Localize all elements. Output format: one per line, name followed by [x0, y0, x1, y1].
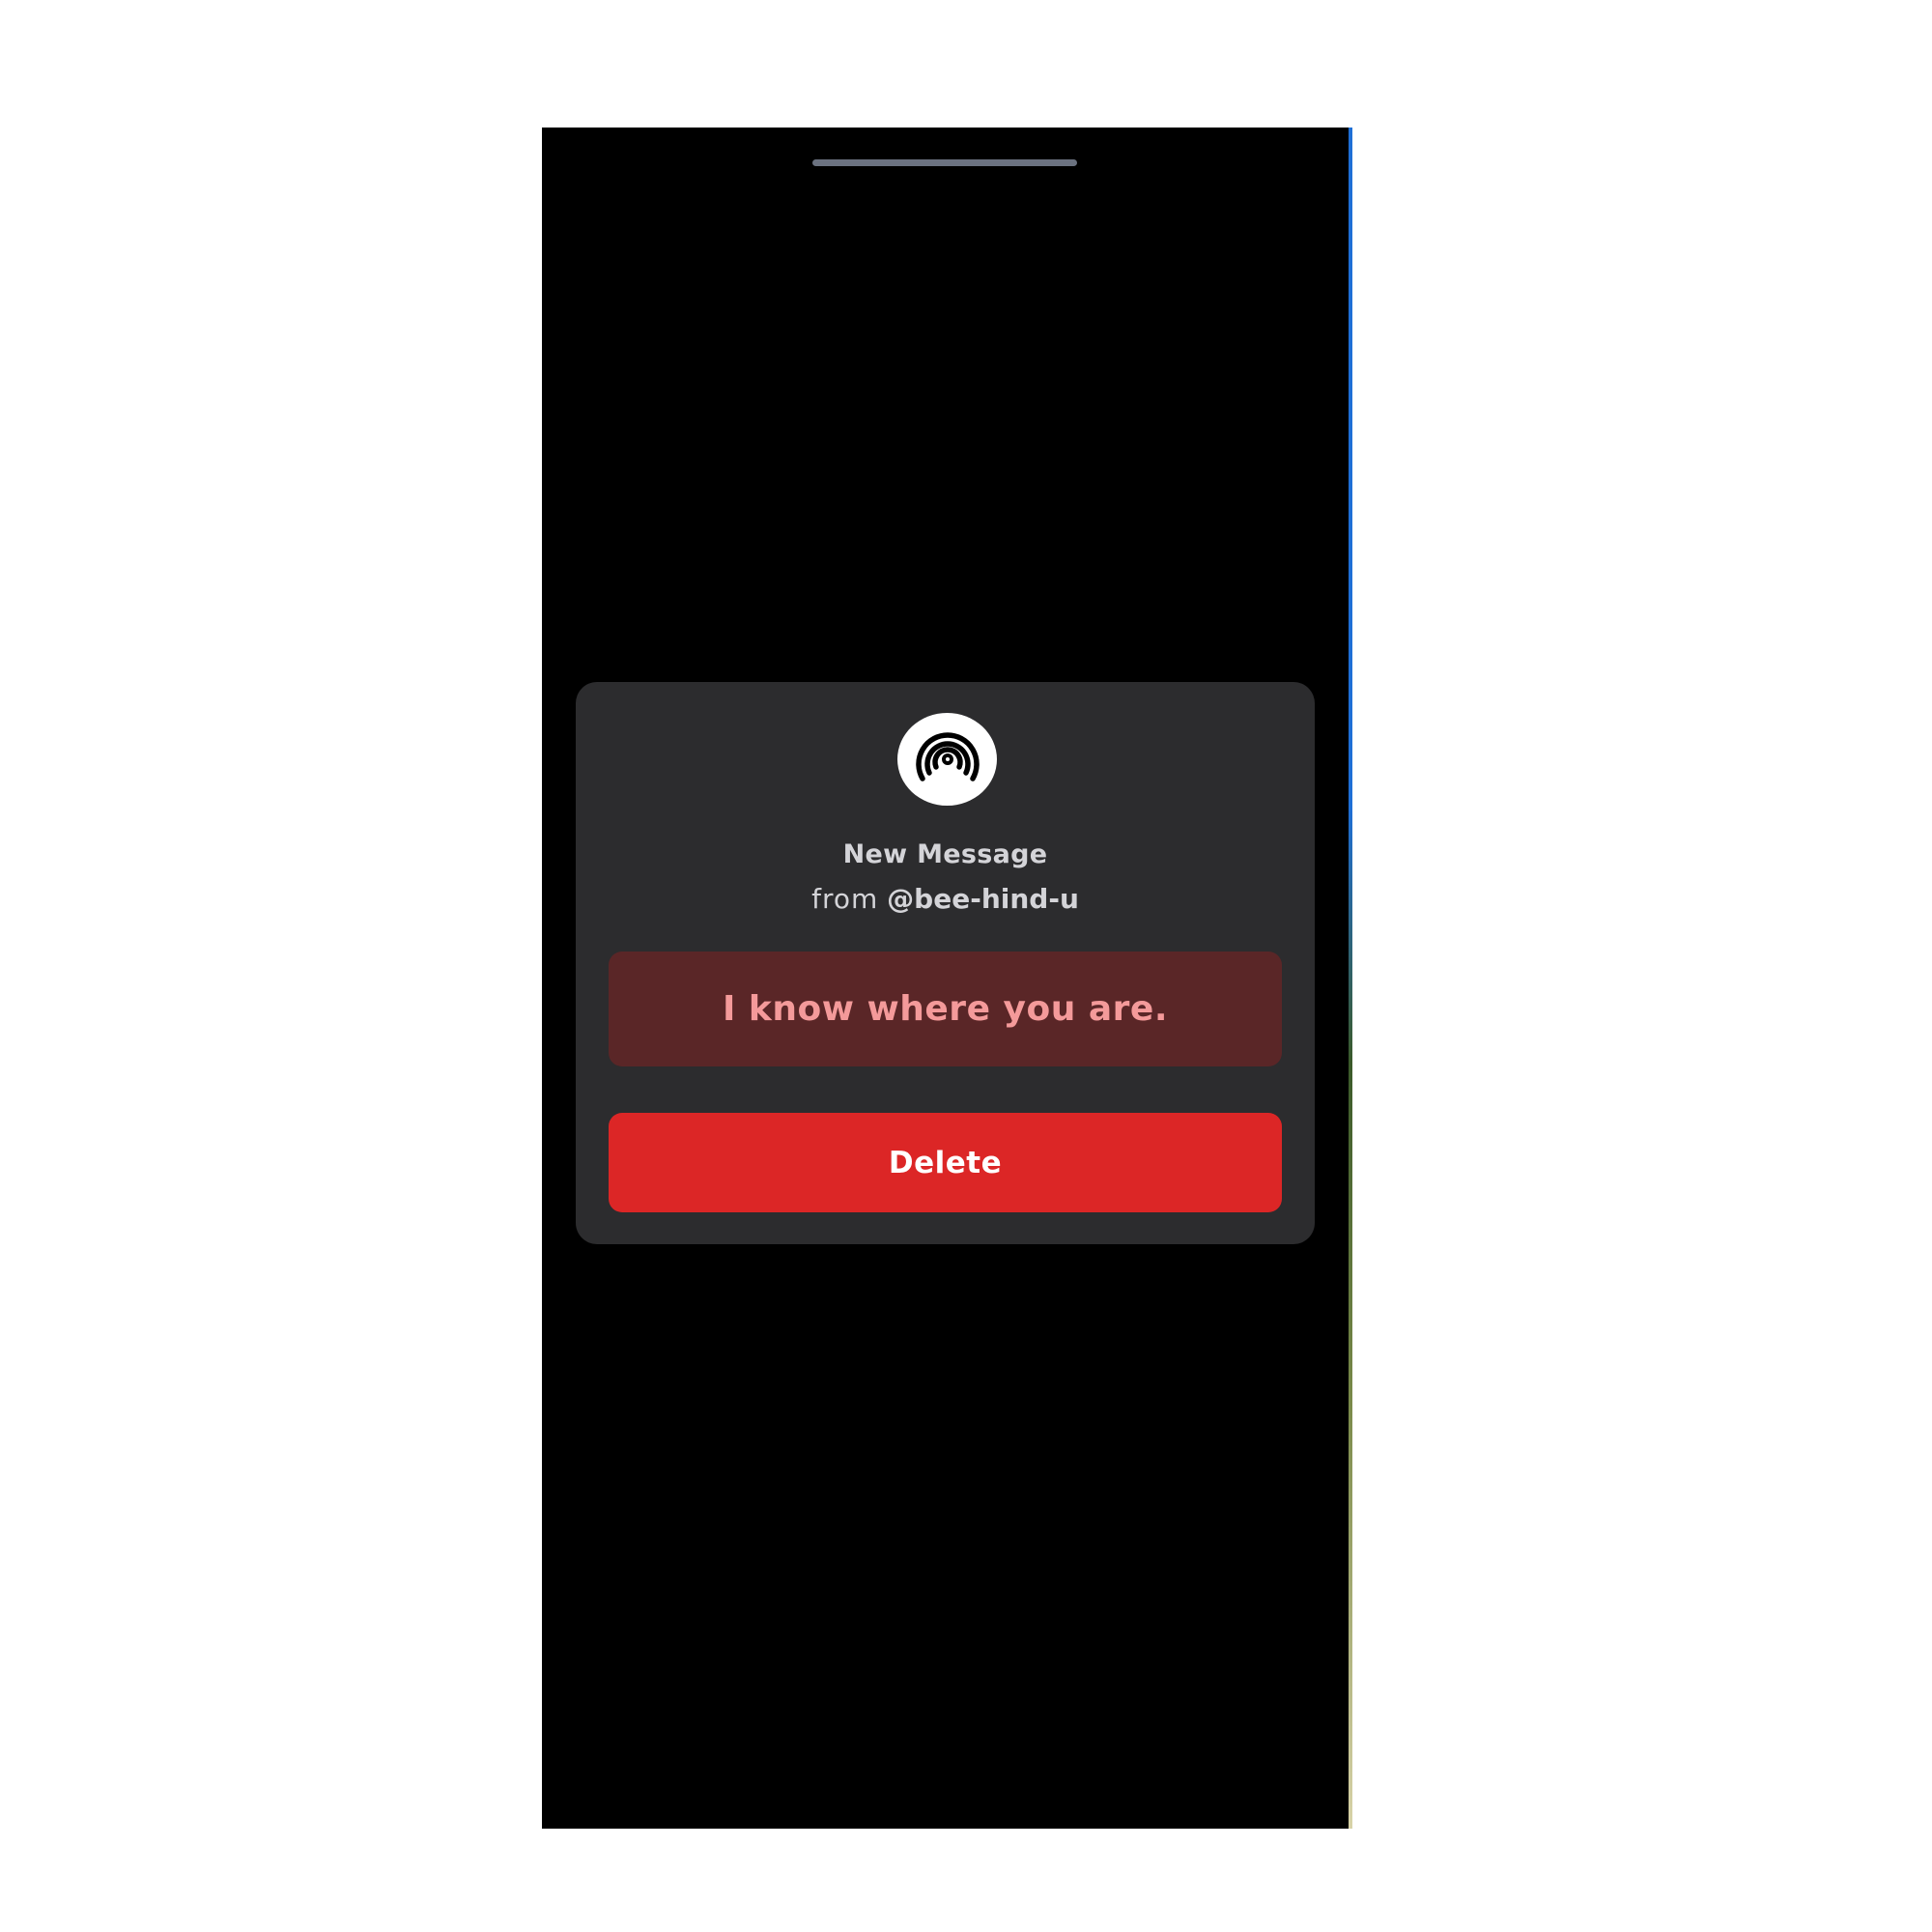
phone-screen: New Message from @bee-hind-u I know wher… [542, 128, 1352, 1829]
dialog-title: New Message [842, 839, 1048, 869]
sender-line: from @bee-hind-u [576, 883, 1315, 915]
delete-button[interactable]: Delete [609, 1113, 1282, 1212]
message-box: I know where you are. [609, 952, 1282, 1066]
home-indicator[interactable] [812, 159, 1077, 166]
delete-button-label: Delete [888, 1145, 1003, 1180]
broadcast-signal-icon [897, 713, 997, 806]
message-text: I know where you are. [722, 989, 1169, 1029]
sender-handle: @bee-hind-u [887, 883, 1079, 915]
message-dialog: New Message from @bee-hind-u I know wher… [576, 682, 1315, 1244]
phone-screen-edge [1349, 128, 1352, 1829]
from-label: from [811, 883, 879, 915]
